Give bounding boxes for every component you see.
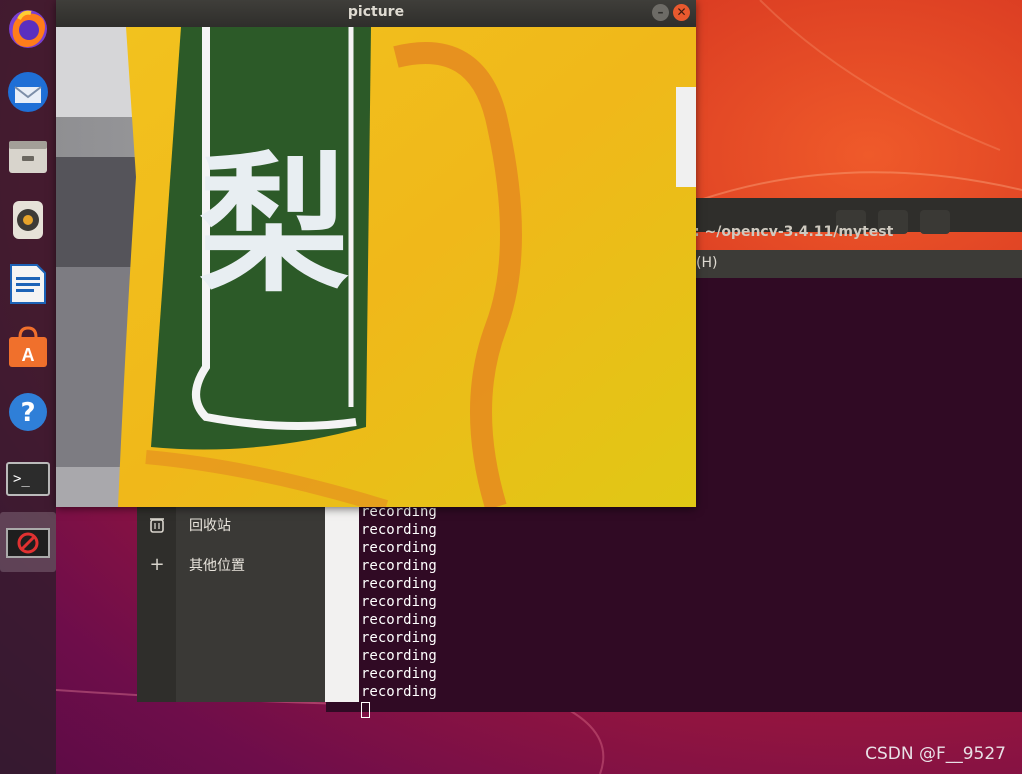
svg-text:A: A xyxy=(22,345,35,365)
dock-help[interactable]: ? xyxy=(0,384,56,440)
dock-rhythmbox[interactable] xyxy=(0,192,56,248)
terminal-line: recording xyxy=(361,522,437,538)
sidebar-item-other-locations[interactable]: + 其他位置 xyxy=(137,545,325,585)
sidebar-item-label: 回收站 xyxy=(189,518,231,534)
firefox-icon xyxy=(9,10,47,48)
svg-text:?: ? xyxy=(20,398,35,428)
terminal-line: recording xyxy=(361,630,437,646)
terminal-cursor xyxy=(361,701,437,719)
dock-thunderbird[interactable] xyxy=(0,64,56,120)
dock-files[interactable] xyxy=(0,128,56,184)
terminal-line: recording xyxy=(361,540,437,556)
rhythmbox-icon xyxy=(13,201,43,239)
writer-icon xyxy=(10,264,46,304)
picture-titlebar[interactable]: picture – ✕ xyxy=(56,0,696,27)
file-manager-sidebar: 回收站 + 其他位置 xyxy=(137,505,325,702)
menu-help[interactable]: (H) xyxy=(696,255,717,271)
terminal-line: recording xyxy=(361,612,437,628)
dock-terminal[interactable]: >_ xyxy=(0,450,56,506)
window-title: picture xyxy=(347,4,405,20)
terminal-menu-button[interactable] xyxy=(920,210,950,234)
watermark: CSDN @F__9527 xyxy=(865,744,1006,764)
software-center-icon: A xyxy=(9,326,47,367)
file-manager-content xyxy=(325,505,359,702)
dock-picture-app[interactable] xyxy=(0,512,56,572)
camera-image: 梨 xyxy=(56,27,696,507)
terminal-lines: recording recording recording recording reco… xyxy=(361,503,437,719)
terminal-title: : ~/opencv-3.4.11/mytest xyxy=(694,224,894,240)
terminal-line: recording xyxy=(361,576,437,592)
dock-writer[interactable] xyxy=(0,256,56,312)
sidebar-item-label: 其他位置 xyxy=(189,558,245,574)
help-icon: ? xyxy=(9,393,47,431)
no-entry-icon xyxy=(6,528,50,558)
plus-icon: + xyxy=(149,554,165,575)
dock-software[interactable]: A xyxy=(0,320,56,376)
camera-frame: 梨 xyxy=(56,27,696,507)
terminal-icon: >_ xyxy=(6,462,50,496)
terminal-line: recording xyxy=(361,648,437,664)
sidebar-item-trash[interactable]: 回收站 xyxy=(137,505,325,545)
picture-window: picture – ✕ 梨 xyxy=(56,0,696,507)
minimize-button[interactable]: – xyxy=(652,4,669,21)
terminal-line: recording xyxy=(361,594,437,610)
terminal-line: recording xyxy=(361,666,437,682)
thunderbird-icon xyxy=(8,72,48,112)
bottle-label-text: 梨 xyxy=(199,139,349,313)
dock: A ? >_ xyxy=(0,0,56,774)
svg-text:>_: >_ xyxy=(13,471,30,487)
terminal-line: recording xyxy=(361,558,437,574)
dock-firefox[interactable] xyxy=(0,0,56,56)
files-icon xyxy=(9,141,47,173)
terminal-line: recording xyxy=(361,684,437,700)
close-button[interactable]: ✕ xyxy=(673,4,690,21)
trash-icon xyxy=(147,515,167,535)
